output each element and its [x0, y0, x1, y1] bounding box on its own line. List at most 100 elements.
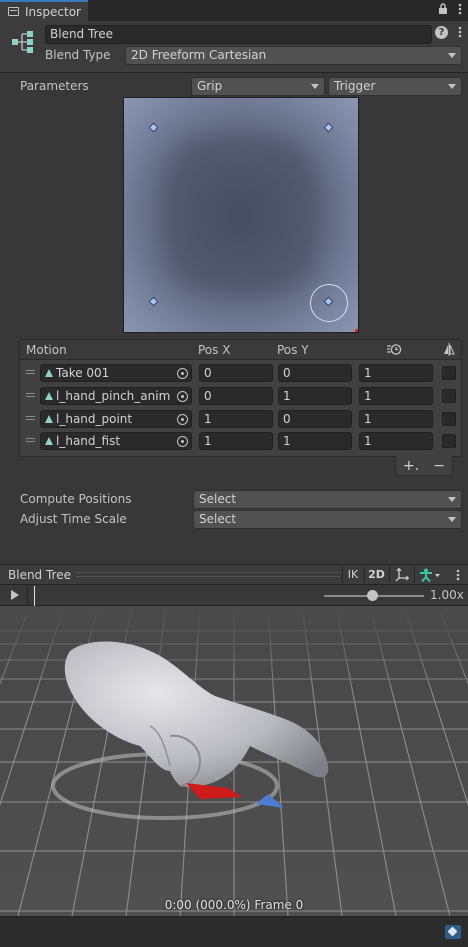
- preview-title: Blend Tree: [8, 568, 71, 582]
- drag-handle-icon[interactable]: [26, 393, 35, 397]
- motion-list-header: Motion Pos X Pos Y: [20, 340, 461, 360]
- speed-field[interactable]: 1: [359, 387, 433, 405]
- blend-type-dropdown[interactable]: 2D Freeform Cartesian: [125, 46, 462, 65]
- add-motion-button[interactable]: +.: [403, 458, 419, 474]
- blend-weight-gradient: [164, 138, 318, 292]
- speed-field[interactable]: 1: [359, 364, 433, 382]
- pos-x-field[interactable]: 0: [199, 387, 273, 405]
- inspector-header: Blend Tree ? Blend Type 2D Freeform Cart…: [0, 21, 468, 73]
- time-cursor[interactable]: [34, 586, 35, 606]
- drag-handle-icon[interactable]: [26, 370, 35, 374]
- play-icon[interactable]: [11, 590, 19, 600]
- blend-tree-name-field[interactable]: Blend Tree: [45, 25, 432, 44]
- preview-toolbar: Blend Tree IK 2D: [0, 564, 468, 585]
- motion-row: Take 001 0 0 1: [20, 362, 461, 384]
- divider: [27, 585, 28, 606]
- motion-point[interactable]: [148, 296, 159, 307]
- toolbar-grip[interactable]: [76, 572, 340, 577]
- chevron-down-icon: [448, 517, 456, 522]
- motion-point[interactable]: [323, 122, 334, 133]
- pos-y-field[interactable]: 1: [278, 432, 352, 450]
- compute-positions-label: Compute Positions: [20, 492, 132, 506]
- pos-y-field[interactable]: 0: [278, 410, 352, 428]
- animation-clip-icon: [45, 415, 53, 423]
- divider: [389, 567, 390, 583]
- speed-slider-handle[interactable]: [367, 590, 378, 601]
- animation-clip-icon: [45, 392, 53, 400]
- ik-toggle-button[interactable]: IK: [343, 566, 363, 584]
- speed-field[interactable]: 1: [359, 410, 433, 428]
- adjust-time-scale-value: Select: [199, 512, 237, 526]
- kebab-menu-icon[interactable]: [458, 26, 462, 41]
- mirror-checkbox[interactable]: [442, 434, 456, 448]
- clock-speed-icon: [386, 343, 402, 359]
- animation-clip-icon: [45, 437, 53, 445]
- motion-field[interactable]: Take 001: [40, 364, 192, 382]
- motion-name: l_hand_point: [56, 412, 133, 426]
- kebab-menu-icon[interactable]: [452, 566, 464, 584]
- chevron-down-icon: [311, 84, 319, 89]
- list-add-remove: +. −: [395, 456, 453, 476]
- mirror-checkbox[interactable]: [442, 412, 456, 426]
- parameter-x-dropdown[interactable]: Grip: [191, 77, 325, 96]
- lock-icon[interactable]: [438, 3, 448, 18]
- object-picker-icon[interactable]: [177, 414, 188, 425]
- mirror-icon: [443, 342, 455, 360]
- tab-controls: [438, 3, 462, 18]
- help-icon[interactable]: ?: [435, 26, 448, 39]
- pos-y-field[interactable]: 0: [278, 364, 352, 382]
- 2d-toggle-button[interactable]: 2D: [365, 566, 388, 584]
- pos-y-field[interactable]: 1: [278, 387, 352, 405]
- tab-bar: Inspector: [0, 0, 468, 21]
- speed-field[interactable]: 1: [359, 432, 433, 450]
- remove-motion-button[interactable]: −: [433, 458, 445, 474]
- pos-x-field[interactable]: 1: [199, 410, 273, 428]
- motion-row: l_hand_pinch_anim 0 1 1: [20, 385, 461, 407]
- blend-position-indicator[interactable]: [310, 284, 348, 322]
- object-picker-icon[interactable]: [177, 391, 188, 402]
- blend-type-label: Blend Type: [45, 48, 111, 62]
- blend-type-value: 2D Freeform Cartesian: [131, 48, 267, 62]
- chevron-down-icon: [448, 84, 456, 89]
- pos-y-column-header: Pos Y: [277, 343, 309, 357]
- motion-field[interactable]: l_hand_fist: [40, 432, 192, 450]
- motion-field[interactable]: l_hand_pinch_anim: [40, 387, 192, 405]
- motion-row: l_hand_fist 1 1 1: [20, 430, 461, 452]
- pos-x-field[interactable]: 0: [199, 364, 273, 382]
- adjust-time-scale-dropdown[interactable]: Select: [193, 510, 462, 529]
- compute-positions-dropdown[interactable]: Select: [193, 490, 462, 509]
- tab-label: Inspector: [25, 4, 81, 19]
- adjust-time-scale-label: Adjust Time Scale: [20, 512, 127, 526]
- parameter-y-value: Trigger: [334, 79, 376, 93]
- drag-handle-icon[interactable]: [26, 416, 35, 420]
- motion-name: l_hand_pinch_anim: [56, 389, 171, 403]
- motion-list: Motion Pos X Pos Y Take 001 0 0 1 l_hand…: [19, 339, 462, 457]
- motion-point[interactable]: [148, 122, 159, 133]
- animation-clip-icon: [45, 369, 53, 377]
- object-picker-icon[interactable]: [177, 436, 188, 447]
- object-picker-icon[interactable]: [177, 368, 188, 379]
- compute-positions-value: Select: [199, 492, 237, 506]
- mirror-checkbox[interactable]: [442, 366, 456, 380]
- header-controls: ?: [435, 26, 462, 41]
- avatar-icon[interactable]: [416, 566, 444, 584]
- pos-x-field[interactable]: 1: [199, 432, 273, 450]
- inspector-icon: [8, 7, 19, 16]
- parameter-x-value: Grip: [197, 79, 223, 93]
- tab-inspector[interactable]: Inspector: [0, 0, 88, 21]
- drag-handle-icon[interactable]: [26, 438, 35, 442]
- motion-row: l_hand_point 1 0 1: [20, 408, 461, 430]
- parameters-label: Parameters: [20, 79, 89, 93]
- pos-x-column-header: Pos X: [198, 343, 231, 357]
- preview-timeline: 1.00x: [0, 585, 468, 606]
- chevron-down-icon: [448, 53, 456, 58]
- kebab-menu-icon[interactable]: [458, 3, 462, 18]
- blend-space-visualization[interactable]: [123, 97, 359, 333]
- motion-field[interactable]: l_hand_point: [40, 410, 192, 428]
- preview-viewport[interactable]: [0, 606, 468, 916]
- parameter-y-dropdown[interactable]: Trigger: [328, 77, 462, 96]
- speed-value: 1.00x: [430, 588, 464, 602]
- tag-icon[interactable]: [445, 925, 461, 939]
- mirror-checkbox[interactable]: [442, 389, 456, 403]
- pivot-icon[interactable]: [391, 566, 413, 584]
